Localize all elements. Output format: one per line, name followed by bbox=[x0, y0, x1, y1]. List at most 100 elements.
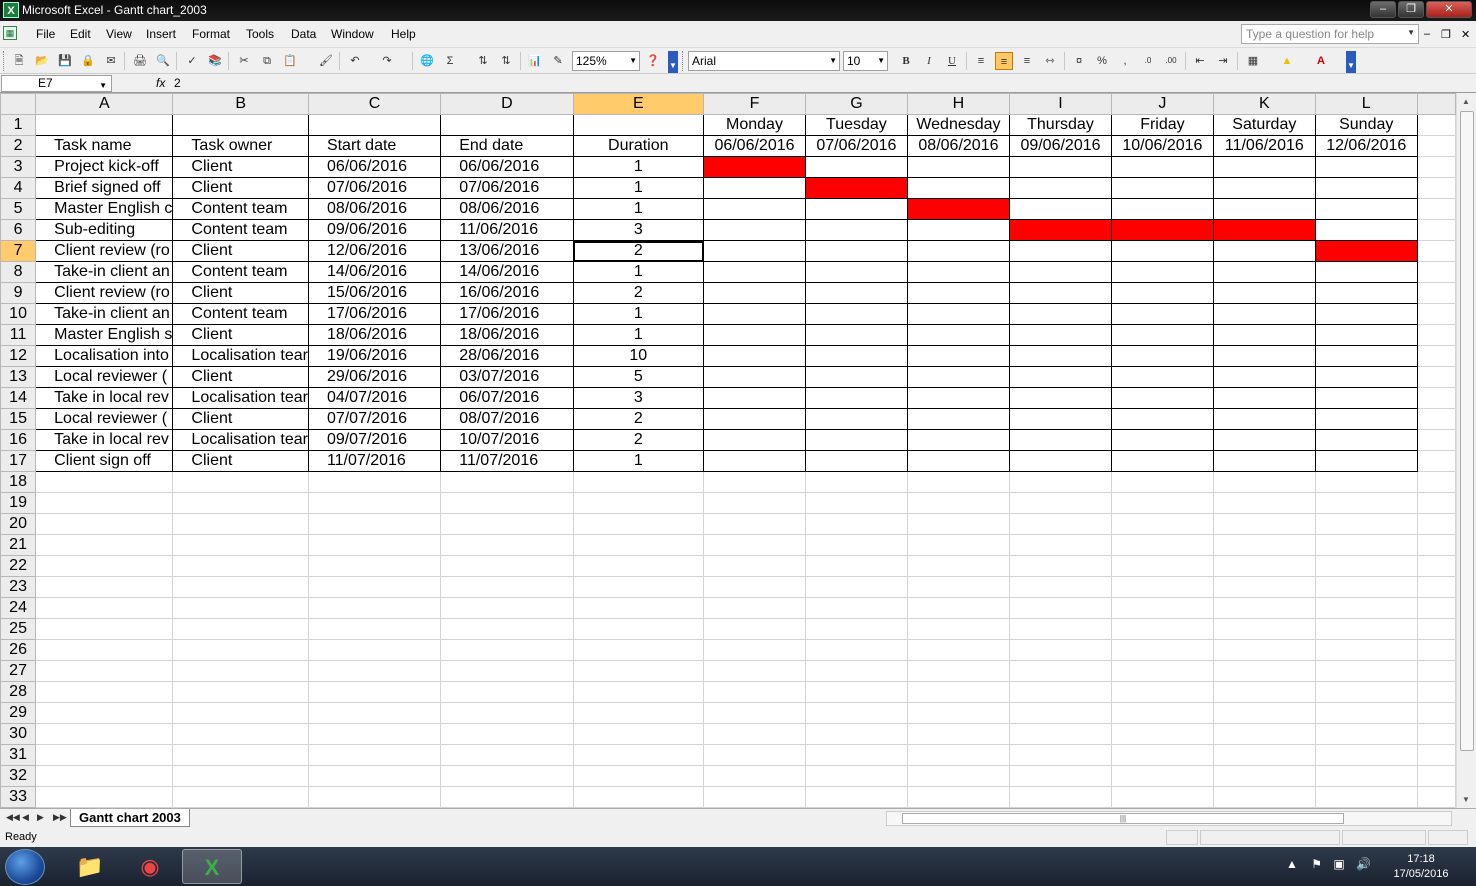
menu-window[interactable]: Window bbox=[331, 27, 374, 41]
cell-i18[interactable] bbox=[1009, 471, 1112, 493]
gantt-cell[interactable] bbox=[1110, 303, 1214, 325]
scroll-down-icon[interactable]: ▼ bbox=[1462, 795, 1470, 804]
cell-c21[interactable] bbox=[307, 534, 442, 556]
duration-cell[interactable]: 2 bbox=[572, 429, 705, 451]
cell-empty[interactable] bbox=[1416, 135, 1456, 157]
file-explorer-icon[interactable]: 📁 bbox=[60, 849, 120, 884]
cell-empty[interactable] bbox=[1416, 681, 1456, 703]
duration-cell[interactable]: 1 bbox=[572, 198, 705, 220]
cell-g33[interactable] bbox=[804, 786, 908, 808]
cell-c31[interactable] bbox=[307, 744, 442, 766]
duration-cell[interactable]: 1 bbox=[572, 156, 705, 178]
cell-a25[interactable] bbox=[35, 618, 174, 640]
task-name-cell[interactable]: Client review (ro bbox=[35, 282, 174, 304]
gantt-cell[interactable] bbox=[804, 156, 908, 178]
start-date-cell[interactable]: 18/06/2016 bbox=[307, 324, 442, 346]
cell-j18[interactable] bbox=[1110, 471, 1214, 493]
row-header[interactable]: 2 bbox=[0, 135, 37, 157]
row-header[interactable]: 18 bbox=[0, 471, 37, 493]
gantt-cell[interactable] bbox=[1314, 366, 1418, 388]
gantt-cell[interactable] bbox=[804, 429, 908, 451]
gantt-cell[interactable] bbox=[1212, 324, 1316, 346]
cell-k18[interactable] bbox=[1212, 471, 1316, 493]
column-header-e[interactable]: E bbox=[572, 93, 705, 115]
chevron-down-icon[interactable]: ▼ bbox=[1407, 28, 1415, 37]
gantt-cell[interactable] bbox=[1009, 240, 1112, 262]
start-date-cell[interactable]: 09/06/2016 bbox=[307, 219, 442, 241]
first-sheet-icon[interactable]: ◀◀ bbox=[6, 812, 20, 823]
gantt-bar[interactable] bbox=[906, 198, 1011, 220]
gantt-bar[interactable] bbox=[804, 177, 908, 199]
duration-cell[interactable]: 1 bbox=[572, 324, 705, 346]
gantt-cell[interactable] bbox=[1314, 387, 1418, 409]
cell-b18[interactable] bbox=[172, 471, 309, 493]
end-date-cell[interactable]: 11/07/2016 bbox=[440, 450, 574, 472]
task-owner-cell[interactable]: Client bbox=[172, 324, 309, 346]
gantt-cell[interactable] bbox=[1314, 282, 1418, 304]
gantt-cell[interactable] bbox=[1110, 177, 1214, 199]
decrease-indent-icon[interactable]: ⇤ bbox=[1191, 52, 1209, 70]
cell-empty[interactable] bbox=[1416, 744, 1456, 766]
cell-a30[interactable] bbox=[35, 723, 174, 745]
cell-l25[interactable] bbox=[1314, 618, 1418, 640]
cell-a22[interactable] bbox=[35, 555, 174, 577]
duration-cell[interactable]: 2 bbox=[572, 408, 705, 430]
column-header-j[interactable]: J bbox=[1110, 93, 1214, 115]
cell-b24[interactable] bbox=[172, 597, 309, 619]
gantt-cell[interactable] bbox=[1212, 429, 1316, 451]
row-header[interactable]: 27 bbox=[0, 660, 37, 682]
cell-e29[interactable] bbox=[572, 702, 705, 724]
column-header-g[interactable]: G bbox=[804, 93, 908, 115]
cell-a24[interactable] bbox=[35, 597, 174, 619]
cell-e26[interactable] bbox=[572, 639, 705, 661]
row-header[interactable]: 4 bbox=[0, 177, 37, 199]
borders-icon[interactable]: ▦ bbox=[1244, 52, 1262, 70]
end-date-cell[interactable]: 06/06/2016 bbox=[440, 156, 574, 178]
cell-c29[interactable] bbox=[307, 702, 442, 724]
cell-e27[interactable] bbox=[572, 660, 705, 682]
cell-g18[interactable] bbox=[804, 471, 908, 493]
gantt-cell[interactable] bbox=[804, 282, 908, 304]
cell-c27[interactable] bbox=[307, 660, 442, 682]
task-owner-cell[interactable]: Localisation tear bbox=[172, 387, 309, 409]
cell-empty[interactable] bbox=[1416, 408, 1456, 430]
cell-empty[interactable] bbox=[1416, 156, 1456, 178]
end-date-cell[interactable]: 10/07/2016 bbox=[440, 429, 574, 451]
column-header-k[interactable]: K bbox=[1212, 93, 1316, 115]
cell-c32[interactable] bbox=[307, 765, 442, 787]
cell-b19[interactable] bbox=[172, 492, 309, 514]
gantt-cell[interactable] bbox=[1314, 345, 1418, 367]
cell-d33[interactable] bbox=[440, 786, 574, 808]
gantt-cell[interactable] bbox=[1314, 177, 1418, 199]
date-header[interactable]: 09/06/2016 bbox=[1009, 135, 1112, 157]
gantt-cell[interactable] bbox=[804, 387, 908, 409]
cell-l28[interactable] bbox=[1314, 681, 1418, 703]
cell-k19[interactable] bbox=[1212, 492, 1316, 514]
gantt-cell[interactable] bbox=[906, 387, 1011, 409]
gantt-cell[interactable] bbox=[1212, 450, 1316, 472]
cell-j20[interactable] bbox=[1110, 513, 1214, 535]
gantt-bar[interactable] bbox=[1212, 219, 1316, 241]
cell-b20[interactable] bbox=[172, 513, 309, 535]
cell-k23[interactable] bbox=[1212, 576, 1316, 598]
gantt-cell[interactable] bbox=[804, 261, 908, 283]
cell-l24[interactable] bbox=[1314, 597, 1418, 619]
duration-cell[interactable]: 1 bbox=[572, 177, 705, 199]
cell-d24[interactable] bbox=[440, 597, 574, 619]
sort-descending-icon[interactable]: ⇅ bbox=[497, 52, 515, 70]
cell-empty[interactable] bbox=[1416, 261, 1456, 283]
cell-d29[interactable] bbox=[440, 702, 574, 724]
cell-e32[interactable] bbox=[572, 765, 705, 787]
cell-f18[interactable] bbox=[703, 471, 806, 493]
menu-file[interactable]: File bbox=[36, 27, 55, 41]
cell-g28[interactable] bbox=[804, 681, 908, 703]
cell-l27[interactable] bbox=[1314, 660, 1418, 682]
cell-d20[interactable] bbox=[440, 513, 574, 535]
cell-b32[interactable] bbox=[172, 765, 309, 787]
gantt-cell[interactable] bbox=[703, 324, 806, 346]
cell-l22[interactable] bbox=[1314, 555, 1418, 577]
cell-f30[interactable] bbox=[703, 723, 806, 745]
row-header[interactable]: 33 bbox=[0, 786, 37, 808]
open-icon[interactable]: 📂 bbox=[33, 52, 51, 70]
cell-b29[interactable] bbox=[172, 702, 309, 724]
